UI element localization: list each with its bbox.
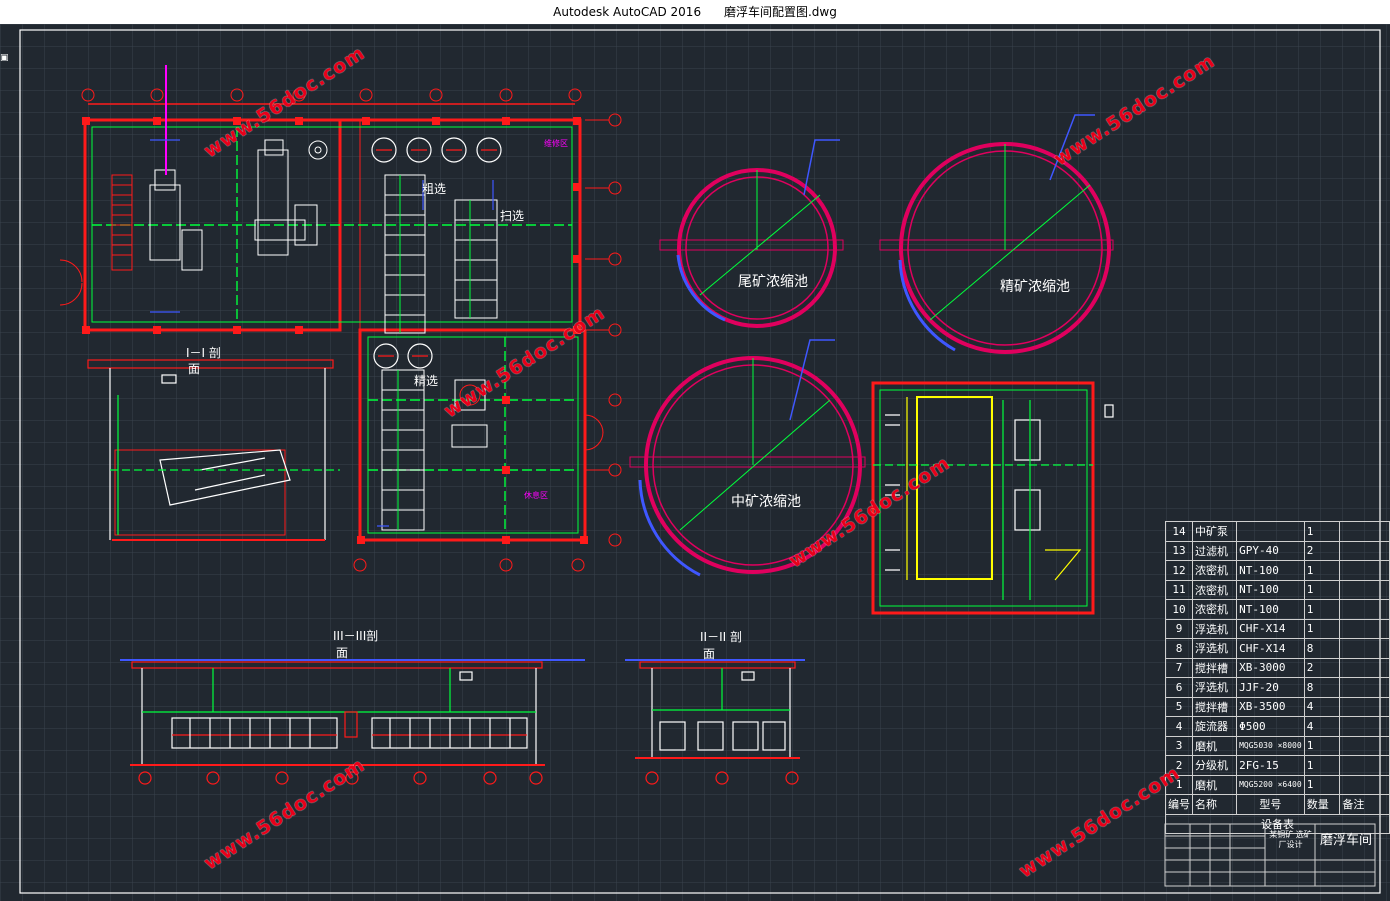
label-tail-thickener: 尾矿浓缩池 <box>738 274 808 290</box>
table-row: 8 浮选机 CHF-X14 8 <box>1165 638 1390 659</box>
app-name: Autodesk AutoCAD 2016 <box>553 5 702 19</box>
label-rest-area: 休息区 <box>524 491 548 500</box>
label-concentrate-thickener: 精矿浓缩池 <box>1000 279 1070 295</box>
window-titlebar: Autodesk AutoCAD 2016 磨浮车间配置图.dwg <box>0 0 1390 24</box>
table-row: 10 浓密机 NT-100 1 <box>1165 599 1390 620</box>
section-1-title: I－I 剖 <box>186 346 221 360</box>
table-row: 7 搅拌槽 XB-3000 2 <box>1165 657 1390 678</box>
label-rougher: 粗选 <box>422 182 447 196</box>
label-repair-area: 维修区 <box>544 139 568 148</box>
table-row: 14 中矿泵 1 <box>1165 521 1390 542</box>
title-block-drawing-name: 磨浮车间 <box>1320 833 1373 848</box>
table-row: 12 浓密机 NT-100 1 <box>1165 560 1390 581</box>
title-block-company: 某铜矿 选矿厂设计 <box>1269 830 1312 849</box>
section-3-subtitle: 面 <box>336 646 349 660</box>
table-row: 2 分级机 2FG-15 1 <box>1165 755 1390 776</box>
viewport-corner-icon[interactable]: ▣ <box>0 53 9 63</box>
table-header-row: 编号 名称 型号 数量 备注 <box>1165 794 1390 815</box>
table-row: 13 过滤机 GPY-40 2 <box>1165 540 1390 561</box>
section-3-title: III－III剖 <box>333 629 379 643</box>
label-scavenger: 扫选 <box>500 209 525 223</box>
table-row: 11 浓密机 NT-100 1 <box>1165 579 1390 600</box>
table-row: 1 磨机 MQG5200 ×6400 1 <box>1165 774 1390 795</box>
table-row: 5 搅拌槽 XB-3500 4 <box>1165 696 1390 717</box>
drawing-canvas[interactable]: ▣ 尾矿浓缩池 精矿浓缩池 中矿浓缩池 粗选 扫选 精选 I－I 剖 面 III… <box>0 24 1390 901</box>
section-1-subtitle: 面 <box>188 362 201 376</box>
table-row: 3 磨机 MQG5030 ×8000 1 <box>1165 735 1390 756</box>
table-row: 6 浮选机 JJF-20 8 <box>1165 677 1390 698</box>
label-cleaner: 精选 <box>414 374 439 388</box>
file-name: 磨浮车间配置图.dwg <box>723 5 837 19</box>
equipment-table: 14 中矿泵 1 13 过滤机 GPY-40 2 12 浓密机 NT-100 1 11 浓密机 NT… <box>1165 521 1390 834</box>
table-row: 4 旋流器 Φ500 4 <box>1165 716 1390 737</box>
section-2-subtitle: 面 <box>703 647 716 661</box>
section-2-title: II－II 剖 <box>700 630 742 644</box>
table-row: 9 浮选机 CHF-X14 1 <box>1165 618 1390 639</box>
label-middling-thickener: 中矿浓缩池 <box>731 494 801 510</box>
